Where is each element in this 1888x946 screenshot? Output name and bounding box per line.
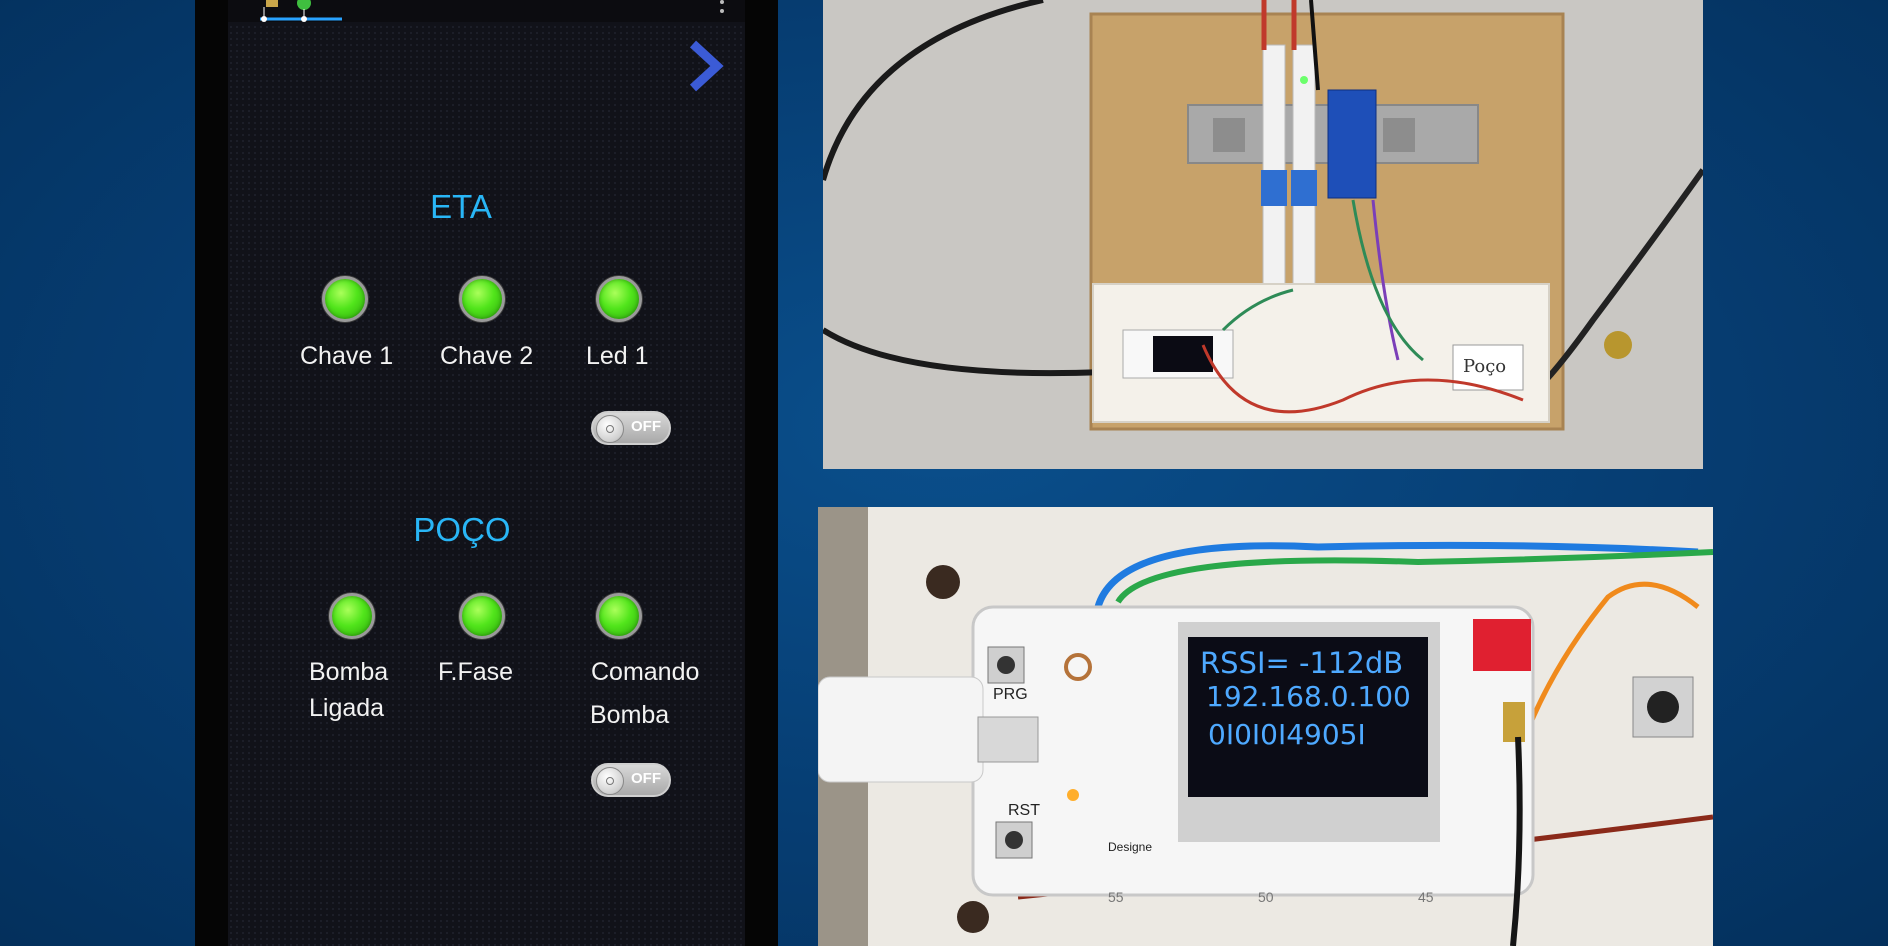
toggle-comando-bomba[interactable]: OFF <box>591 763 671 797</box>
led-comando-bomba <box>596 593 642 639</box>
toggle-knob <box>596 415 624 443</box>
label-bomba-2: Bomba <box>590 701 670 729</box>
photo-oled-board-image: RSSI= -112dB 192.168.0.100 0I0I0I4905I P… <box>818 507 1713 946</box>
toggle-knob <box>596 767 624 795</box>
silk-design: Designe <box>1108 840 1152 854</box>
label-led-1: Led 1 <box>586 342 649 370</box>
toggle-led-1[interactable]: OFF <box>591 411 671 445</box>
label-comando: Comando <box>591 658 700 686</box>
photo-relay-board: Poço <box>823 0 1703 469</box>
bb-num-55: 55 <box>1108 889 1124 905</box>
oled-line-3: 0I0I0I4905I <box>1208 718 1366 751</box>
chevron-right-icon[interactable] <box>683 38 727 94</box>
led-chave-1 <box>322 276 368 322</box>
led-f-fase <box>459 593 505 639</box>
app-bar <box>228 0 745 22</box>
app-logo-icon <box>260 0 342 22</box>
label-bomba: Bomba <box>309 658 389 686</box>
app-screen: ETA Chave 1 Chave 2 Led 1 OFF POÇO Bomba… <box>228 0 745 946</box>
oled-line-1: RSSI= -112dB <box>1200 646 1403 680</box>
bb-num-45: 45 <box>1418 889 1434 905</box>
led-bomba-ligada <box>329 593 375 639</box>
silk-prg: PRG <box>993 686 1028 703</box>
toggle-label: OFF <box>631 770 661 787</box>
label-chave-2: Chave 2 <box>440 342 534 370</box>
photo-relay-board-image: Poço <box>823 0 1703 469</box>
bb-num-50: 50 <box>1258 889 1274 905</box>
section-title-poco: POÇO <box>413 511 511 548</box>
section-title-eta: ETA <box>430 188 492 225</box>
label-chave-1: Chave 1 <box>300 342 394 370</box>
photo-oled-board: RSSI= -112dB 192.168.0.100 0I0I0I4905I P… <box>818 507 1713 946</box>
more-vert-icon[interactable] <box>717 0 727 18</box>
led-led-1 <box>596 276 642 322</box>
label-f-fase: F.Fase <box>438 658 514 686</box>
toggle-label: OFF <box>631 418 661 435</box>
label-ligada: Ligada <box>309 694 385 722</box>
photo-label-poco: Poço <box>1463 356 1506 377</box>
led-chave-2 <box>459 276 505 322</box>
silk-rst: RST <box>1008 802 1040 819</box>
oled-line-2: 192.168.0.100 <box>1206 680 1411 713</box>
